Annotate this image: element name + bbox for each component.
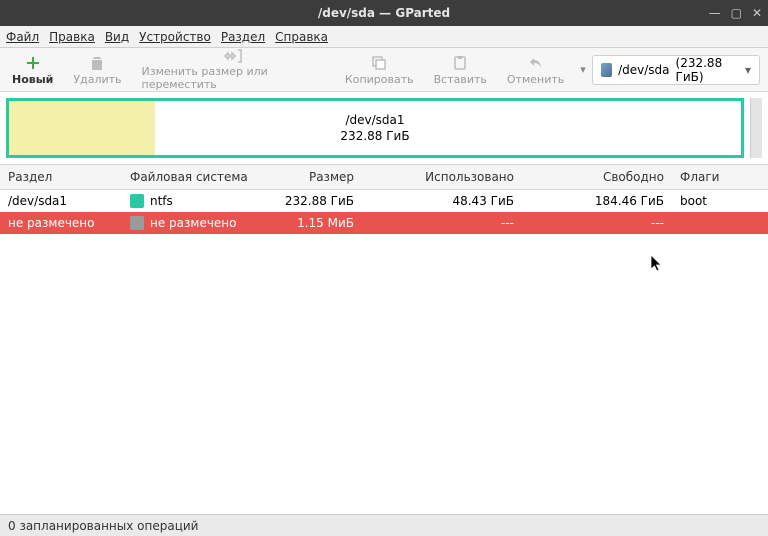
cell-partition: не размечено <box>0 216 122 230</box>
cell-free: --- <box>522 216 672 230</box>
plus-icon <box>24 54 42 72</box>
table-body: /dev/sda1 ntfs 232.88 ГиБ 48.43 ГиБ 184.… <box>0 190 768 234</box>
menubar: Файл Правка Вид Устройство Раздел Справк… <box>0 26 768 48</box>
header-filesystem[interactable]: Файловая система <box>122 170 252 184</box>
titlebar: /dev/sda — GParted — ▢ ✕ <box>0 0 768 26</box>
cell-used: --- <box>362 216 522 230</box>
fs-swatch <box>130 216 144 230</box>
resize-button: Изменить размер или переместить <box>132 48 335 91</box>
disk-map-size: 232.88 ГиБ <box>340 128 409 144</box>
new-button[interactable]: Новый <box>2 48 63 91</box>
cell-filesystem: не размечено <box>122 216 252 230</box>
table-row[interactable]: не размечено не размечено 1.15 МиБ --- -… <box>0 212 768 234</box>
copy-icon <box>370 54 388 72</box>
copy-button: Копировать <box>335 48 424 91</box>
undo-label: Отменить <box>507 73 564 86</box>
menu-device[interactable]: Устройство <box>139 30 211 44</box>
menu-edit[interactable]: Правка <box>49 30 95 44</box>
fs-swatch <box>130 194 144 208</box>
fs-name: не размечено <box>150 216 237 230</box>
cell-size: 232.88 ГиБ <box>252 194 362 208</box>
window-title: /dev/sda — GParted <box>318 6 450 20</box>
window-buttons: — ▢ ✕ <box>709 6 762 20</box>
disk-map-name: /dev/sda1 <box>340 112 409 128</box>
cell-flags: boot <box>672 194 768 208</box>
undo-button: Отменить <box>497 48 574 91</box>
paste-button: Вставить <box>424 48 497 91</box>
disk-map-partition[interactable]: /dev/sda1 232.88 ГиБ <box>9 101 741 155</box>
close-button[interactable]: ✕ <box>752 6 762 20</box>
disk-map-used <box>9 101 155 155</box>
menu-help[interactable]: Справка <box>275 30 328 44</box>
undo-icon <box>527 54 545 72</box>
toolbar-overflow[interactable]: ▾ <box>574 48 592 91</box>
paste-label: Вставить <box>434 73 487 86</box>
resize-icon <box>224 48 242 64</box>
trash-icon <box>88 54 106 72</box>
statusbar: 0 запланированных операций <box>0 514 768 536</box>
disk-map-scrollbar[interactable] <box>750 98 762 158</box>
menu-file[interactable]: Файл <box>6 30 39 44</box>
table-header: Раздел Файловая система Размер Использов… <box>0 164 768 190</box>
disk-icon <box>601 63 612 77</box>
disk-map-text: /dev/sda1 232.88 ГиБ <box>340 112 409 144</box>
status-text: 0 запланированных операций <box>8 519 198 533</box>
cell-free: 184.46 ГиБ <box>522 194 672 208</box>
cell-filesystem: ntfs <box>122 194 252 208</box>
copy-label: Копировать <box>345 73 414 86</box>
paste-icon <box>451 54 469 72</box>
delete-label: Удалить <box>73 73 121 86</box>
maximize-button[interactable]: ▢ <box>731 6 742 20</box>
header-free[interactable]: Свободно <box>522 170 672 184</box>
fs-name: ntfs <box>150 194 173 208</box>
resize-label: Изменить размер или переместить <box>142 65 325 91</box>
delete-button: Удалить <box>63 48 131 91</box>
header-used[interactable]: Использовано <box>362 170 522 184</box>
device-size: (232.88 ГиБ) <box>676 56 739 84</box>
cell-used: 48.43 ГиБ <box>362 194 522 208</box>
header-flags[interactable]: Флаги <box>672 170 768 184</box>
cursor-icon <box>650 254 664 272</box>
toolbar: Новый Удалить Изменить размер или переме… <box>0 48 768 92</box>
cell-size: 1.15 МиБ <box>252 216 362 230</box>
header-size[interactable]: Размер <box>252 170 362 184</box>
header-partition[interactable]: Раздел <box>0 170 122 184</box>
new-label: Новый <box>12 73 53 86</box>
menu-view[interactable]: Вид <box>105 30 129 44</box>
device-name: /dev/sda <box>618 63 669 77</box>
chevron-down-icon: ▾ <box>745 63 751 77</box>
disk-map[interactable]: /dev/sda1 232.88 ГиБ <box>6 98 744 158</box>
table-row[interactable]: /dev/sda1 ntfs 232.88 ГиБ 48.43 ГиБ 184.… <box>0 190 768 212</box>
menu-partition[interactable]: Раздел <box>221 30 265 44</box>
device-selector[interactable]: /dev/sda (232.88 ГиБ) ▾ <box>592 55 760 85</box>
minimize-button[interactable]: — <box>709 6 721 20</box>
cell-partition: /dev/sda1 <box>0 194 122 208</box>
